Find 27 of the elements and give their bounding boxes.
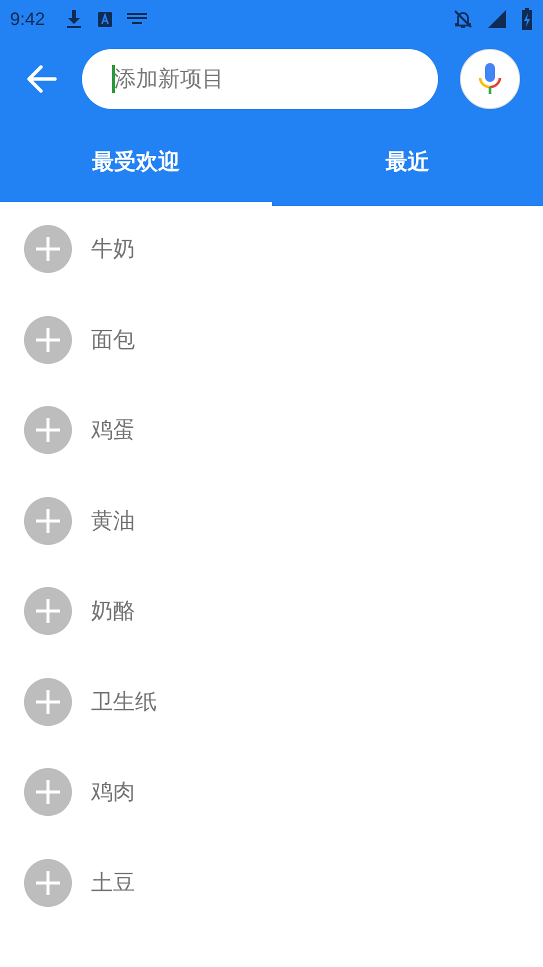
signal-icon [487, 9, 507, 29]
notifications-off-icon [453, 9, 473, 29]
item-label[interactable]: 鸡肉 [91, 777, 135, 808]
download-icon [65, 9, 84, 29]
item-label[interactable]: 卫生纸 [91, 686, 157, 717]
add-icon[interactable] [24, 587, 72, 636]
battery-charging-icon [521, 8, 533, 30]
item-label[interactable]: 鸡蛋 [91, 415, 135, 446]
keyboard-letter-icon [97, 10, 114, 28]
item-label[interactable]: 奶酪 [91, 596, 135, 626]
keyboard-icon [127, 13, 148, 25]
microphone-icon [478, 63, 502, 95]
add-icon[interactable] [24, 496, 72, 545]
add-icon[interactable] [24, 858, 72, 907]
status-time: 9:42 [10, 8, 46, 30]
tab[interactable]: 最受欢迎 [0, 120, 272, 206]
add-icon[interactable] [24, 316, 72, 364]
add-icon[interactable] [24, 678, 72, 726]
item-label[interactable]: 土豆 [91, 868, 135, 898]
item-label[interactable]: 牛奶 [91, 234, 135, 264]
add-icon[interactable] [24, 768, 72, 816]
add-icon[interactable] [24, 225, 72, 274]
tab[interactable]: 最近 [272, 120, 543, 206]
item-label[interactable]: 面包 [91, 324, 135, 355]
item-label[interactable]: 黄油 [91, 506, 135, 536]
search-field[interactable]: 添加新项目 [82, 49, 438, 109]
add-icon[interactable] [24, 406, 72, 454]
